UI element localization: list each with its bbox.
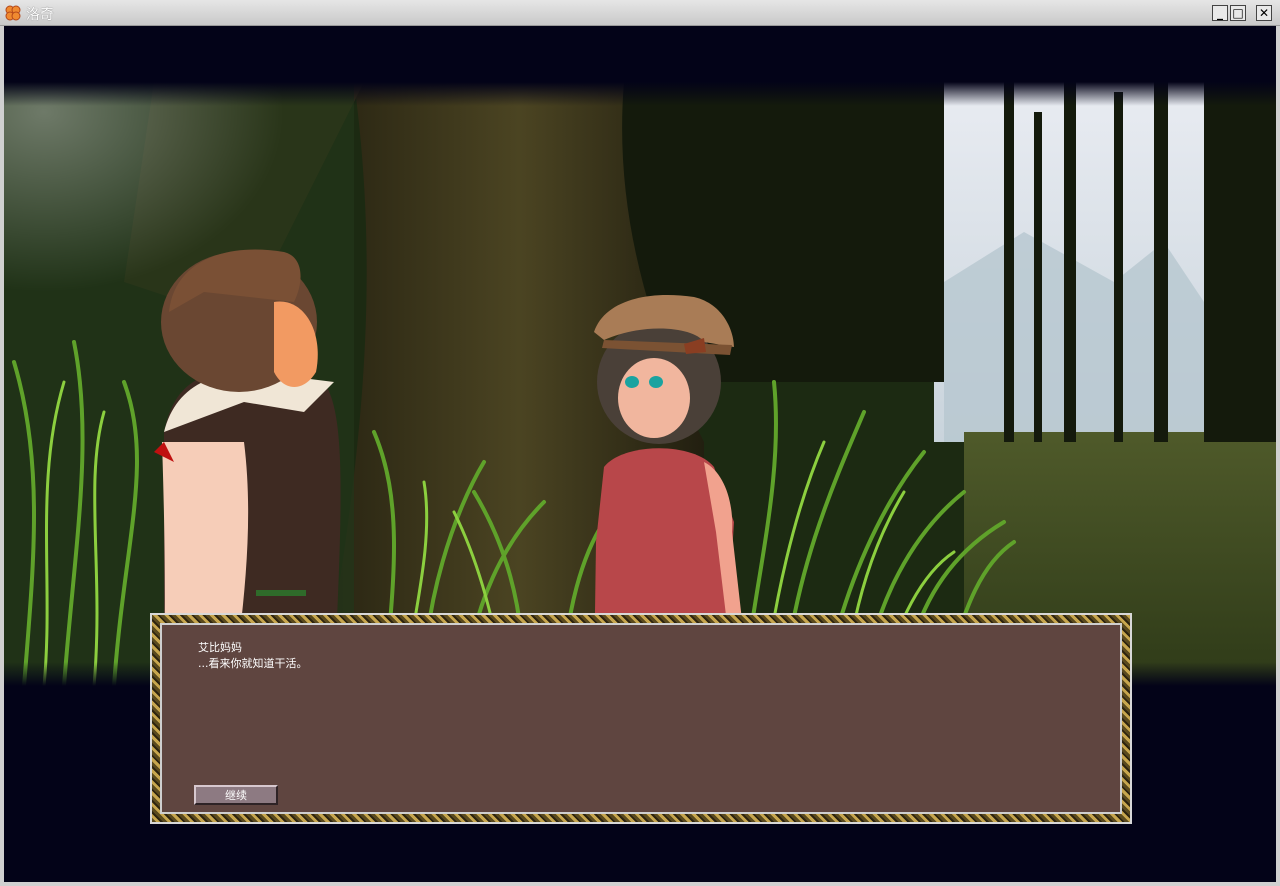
window-frame-right [1276, 26, 1280, 886]
dialog-text: ...看来你就知道干活。 [198, 657, 308, 670]
game-viewport[interactable]: 艾比妈妈 ...看来你就知道干活。 继续 [4, 26, 1276, 882]
speaker-name: 艾比妈妈 [198, 641, 242, 654]
forest-scene[interactable] [4, 82, 1276, 686]
maximize-icon: □ [1232, 6, 1244, 20]
title-bar[interactable]: 洛奇 _ □ ✕ [0, 0, 1280, 26]
close-button[interactable]: ✕ [1256, 5, 1272, 21]
close-icon: ✕ [1258, 6, 1270, 20]
mabinogi-app-icon [5, 5, 21, 21]
maximize-button[interactable]: □ [1230, 5, 1246, 21]
minimize-button[interactable]: _ [1212, 5, 1228, 21]
window-title: 洛奇 [26, 7, 54, 23]
forest-scene-art [4, 82, 1276, 686]
continue-button[interactable]: 继续 [194, 785, 278, 805]
minimize-icon: _ [1217, 6, 1223, 20]
dialog-box: 艾比妈妈 ...看来你就知道干活。 继续 [150, 613, 1132, 824]
scene-fade-top [4, 82, 1276, 106]
dialog-panel: 艾比妈妈 ...看来你就知道干活。 继续 [160, 623, 1122, 814]
window-frame-bottom [0, 882, 1280, 886]
